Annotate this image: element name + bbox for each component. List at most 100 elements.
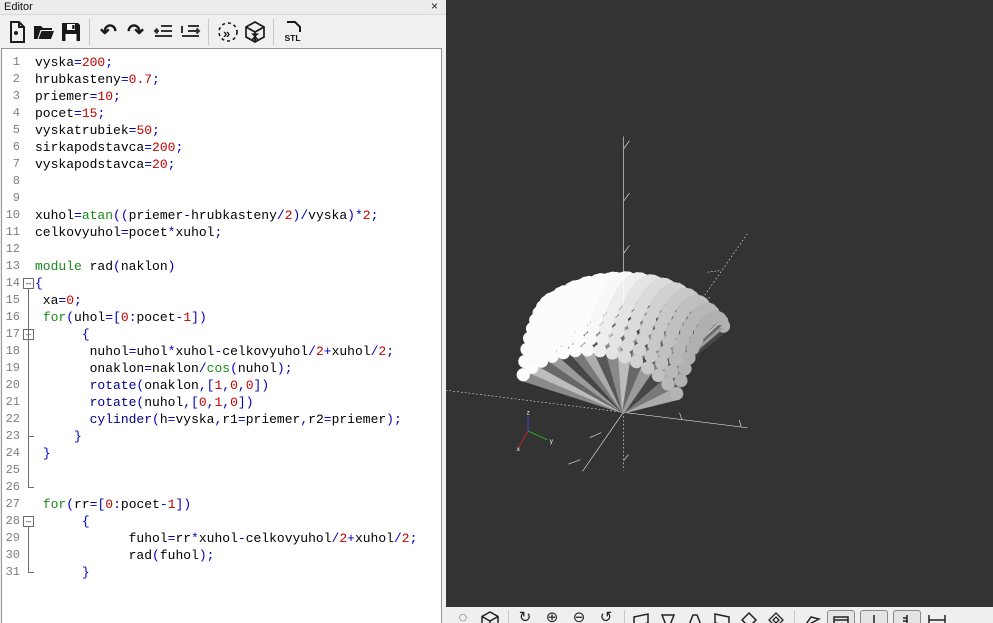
code-token: module — [35, 259, 82, 274]
code-line[interactable]: 4pocet=15; — [2, 105, 441, 122]
code-line[interactable]: 21 rotate(nuhol,[0,1,0]) — [2, 394, 441, 411]
code-line[interactable]: 12 — [2, 241, 441, 258]
code-token: / — [308, 344, 316, 359]
cylinder-cap — [659, 345, 672, 358]
code-line[interactable]: 26 — [2, 479, 441, 496]
code-line[interactable]: 6sirkapodstavca=200; — [2, 139, 441, 156]
code-token: ,[ — [183, 395, 199, 410]
code-token: r1 — [222, 412, 238, 427]
code-token: ; — [97, 106, 105, 121]
redo-icon[interactable]: ↷ — [122, 18, 149, 45]
x-gnomon-axis — [519, 431, 528, 447]
code-line[interactable]: 9 — [2, 190, 441, 207]
code-token: fuhol — [35, 531, 168, 546]
view-top-icon[interactable] — [657, 610, 679, 623]
code-token: 0 — [230, 395, 238, 410]
line-number: 14 — [2, 275, 22, 292]
code-line[interactable]: 8 — [2, 173, 441, 190]
measure-icon[interactable] — [926, 610, 948, 623]
unindent-icon[interactable] — [149, 18, 176, 45]
render-icon[interactable] — [479, 610, 501, 623]
code-line[interactable]: 22 cylinder(h=vyska,r1=priemer,r2=prieme… — [2, 411, 441, 428]
code-token: = — [144, 361, 152, 376]
code-line[interactable]: 15 xa=0; — [2, 292, 441, 309]
save-file-icon[interactable] — [57, 18, 84, 45]
code-token: ; — [371, 208, 379, 223]
code-line[interactable]: 2hrubkasteny=0.7; — [2, 71, 441, 88]
line-number: 18 — [2, 343, 22, 360]
view-all-icon[interactable]: ↻ — [514, 610, 536, 623]
fold-marker[interactable]: – — [23, 516, 34, 527]
view-left-icon[interactable] — [630, 610, 652, 623]
code-line[interactable]: 29 fuhol=rr*xuhol-celkovyuhol/2+xuhol/2; — [2, 530, 441, 547]
code-line[interactable]: 7vyskapodstavca=20; — [2, 156, 441, 173]
code-line[interactable]: 20 rotate(onaklon,[1,0,0]) — [2, 377, 441, 394]
export-stl-icon[interactable]: STL — [279, 18, 306, 45]
code-line[interactable]: 17 { — [2, 326, 441, 343]
code-text: vyskatrubiek=50; — [35, 122, 160, 139]
toolbar-separator — [508, 610, 509, 623]
code-line[interactable]: 25 — [2, 462, 441, 479]
show-scale-1-icon[interactable] — [860, 610, 888, 623]
indent-icon[interactable] — [176, 18, 203, 45]
fold-marker[interactable]: – — [23, 278, 34, 289]
line-number: 20 — [2, 377, 22, 394]
code-token: 200 — [82, 55, 105, 70]
code-token — [35, 327, 82, 342]
code-token: ; — [386, 344, 394, 359]
open-file-icon[interactable] — [30, 18, 57, 45]
render-icon[interactable] — [241, 18, 268, 45]
code-line[interactable]: 10xuhol=atan((priemer-hrubkasteny/2)/vys… — [2, 207, 441, 224]
zoom-in-icon[interactable]: ⊕ — [541, 610, 563, 623]
code-text: priemer=10; — [35, 88, 121, 105]
code-line[interactable]: 5vyskatrubiek=50; — [2, 122, 441, 139]
axis-line — [568, 460, 580, 464]
preview-icon[interactable]: » — [214, 18, 241, 45]
code-token: ( — [113, 259, 121, 274]
zoom-out-icon[interactable]: ⊖ — [568, 610, 590, 623]
code-line[interactable]: 24 } — [2, 445, 441, 462]
cylinder-cap — [584, 332, 597, 345]
code-line[interactable]: 3 priemer=10; — [2, 88, 441, 105]
code-token: for — [43, 310, 66, 325]
preview-icon[interactable]: ◌ — [452, 610, 474, 623]
show-scale-2-icon[interactable] — [893, 610, 921, 623]
fold-guide — [28, 527, 29, 572]
code-line[interactable]: 18 nuhol=uhol*xuhol-celkovyuhol/2+xuhol/… — [2, 343, 441, 360]
viewport-canvas: xyz — [446, 0, 993, 607]
code-text: } — [35, 445, 51, 462]
code-token: xuhol — [332, 344, 371, 359]
line-number: 31 — [2, 564, 22, 581]
code-token: (( — [113, 208, 129, 223]
reset-view-icon[interactable]: ↺ — [595, 610, 617, 623]
code-token: hrubkasteny — [191, 208, 277, 223]
zoom-out-glyph: ⊖ — [573, 610, 586, 623]
code-line[interactable]: 16 for(uhol=[0:pocet-1]) — [2, 309, 441, 326]
undo-icon[interactable]: ↶ — [95, 18, 122, 45]
line-number: 3 — [2, 88, 22, 105]
view-front-icon[interactable] — [738, 610, 760, 623]
new-file-icon[interactable] — [3, 18, 30, 45]
code-line[interactable]: 28 { — [2, 513, 441, 530]
code-line[interactable]: 14{ — [2, 275, 441, 292]
perspective-icon[interactable] — [800, 610, 822, 623]
code-line[interactable]: 27 for(rr=[0:pocet-1]) — [2, 496, 441, 513]
view-back-icon[interactable] — [765, 610, 787, 623]
code-line[interactable]: 11celkovyuhol=pocet*xuhol; — [2, 224, 441, 241]
toolbar-separator — [208, 19, 209, 45]
code-token: rad — [82, 259, 113, 274]
code-line[interactable]: 1vyska=200; — [2, 54, 441, 71]
code-token: onaklon — [35, 361, 144, 376]
code-line[interactable]: 30 rad(fuhol); — [2, 547, 441, 564]
code-editor[interactable]: 1vyska=200;2hrubkasteny=0.7;3 priemer=10;… — [1, 48, 442, 623]
code-line[interactable]: 31 } — [2, 564, 441, 581]
viewport-3d[interactable]: xyz — [446, 0, 993, 607]
view-right-icon[interactable] — [711, 610, 733, 623]
code-line[interactable]: 19 onaklon=naklon/cos(nuhol); — [2, 360, 441, 377]
close-icon[interactable]: × — [431, 0, 438, 13]
code-line[interactable]: 13module rad(naklon) — [2, 258, 441, 275]
orthogonal-icon[interactable] — [827, 610, 855, 623]
code-line[interactable]: 23 } — [2, 428, 441, 445]
code-token: vyska — [308, 208, 347, 223]
view-bottom-icon[interactable] — [684, 610, 706, 623]
